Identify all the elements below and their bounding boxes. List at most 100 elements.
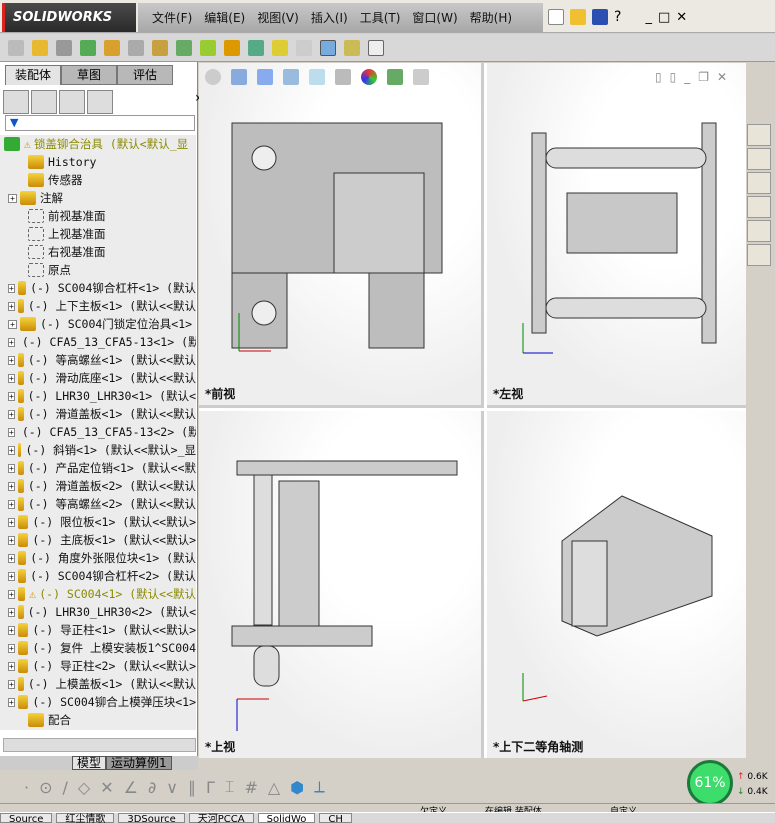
tree-item[interactable]: 上视基准面 <box>0 225 196 243</box>
viewport-front[interactable]: *前视 <box>199 63 484 408</box>
expand-icon[interactable]: + <box>8 373 15 383</box>
extend-icon[interactable]: ∠ <box>124 778 138 797</box>
new-motion-study-icon[interactable] <box>224 39 240 56</box>
view-settings-icon[interactable] <box>413 69 429 85</box>
expand-icon[interactable]: + <box>8 643 15 653</box>
expand-icon[interactable]: + <box>8 571 15 581</box>
tree-item[interactable]: + (-) 斜销<1> (默认<<默认>_显 <box>0 441 196 459</box>
move-component-icon[interactable] <box>128 39 144 56</box>
tab-motion-study[interactable]: 运动算例1 <box>106 756 172 770</box>
custom-properties-icon[interactable] <box>747 244 771 266</box>
apply-scene-icon[interactable] <box>387 69 403 85</box>
open-file-icon[interactable] <box>570 9 586 25</box>
tree-item[interactable]: + (-) LHR30_LHR30<2> (默认< <box>0 603 196 621</box>
angle-icon[interactable]: △ <box>268 778 280 797</box>
expand-icon[interactable]: + <box>8 607 15 617</box>
coordinate-system-icon[interactable]: ⟂ <box>314 777 325 797</box>
expand-icon[interactable]: + <box>8 589 15 599</box>
edit-appearance-icon[interactable] <box>361 69 377 85</box>
display-style-icon[interactable] <box>309 69 325 85</box>
tree-item[interactable]: 前视基准面 <box>0 207 196 225</box>
tree-item[interactable]: + (-) CFA5_13_CFA5-13<1> (默 <box>0 333 196 351</box>
close-button[interactable]: ✕ <box>676 10 687 25</box>
tab-model[interactable]: 模型 <box>72 756 107 770</box>
offset-icon[interactable]: ∨ <box>166 778 178 797</box>
expand-icon[interactable]: + <box>8 337 15 347</box>
reference-geometry-icon[interactable] <box>200 39 216 56</box>
close-doc-icon[interactable]: ✕ <box>717 70 727 84</box>
menu-edit[interactable]: 编辑(E) <box>204 9 245 26</box>
smart-fasteners-icon[interactable] <box>104 39 120 56</box>
tree-item[interactable]: + (-) 等高螺丝<2> (默认<<默认 <box>0 495 196 513</box>
link-views-icon[interactable]: ▯ <box>670 70 677 84</box>
line-icon[interactable]: / <box>63 778 68 797</box>
grid-icon[interactable]: # <box>244 778 257 797</box>
tree-item[interactable]: + (-) 导正柱<1> (默认<<默认> <box>0 621 196 639</box>
hide-show-icon[interactable] <box>335 69 351 85</box>
tree-item[interactable]: + ⚠ (-) SC004<1> (默认<<默认 <box>0 585 196 603</box>
expand-icon[interactable]: + <box>8 427 15 437</box>
viewport-left[interactable]: *左视 <box>487 63 746 408</box>
mirror-icon[interactable]: ∂ <box>148 778 156 797</box>
expand-icon[interactable]: + <box>8 409 15 419</box>
linear-pattern-icon[interactable] <box>80 39 96 56</box>
home-icon[interactable] <box>747 124 771 146</box>
tree-item[interactable]: 右视基准面 <box>0 243 196 261</box>
menu-insert[interactable]: 插入(I) <box>311 9 348 26</box>
taskbar-item-active[interactable]: SolidWo <box>257 813 316 823</box>
feature-manager-icon[interactable] <box>3 90 29 114</box>
view-orientation-icon[interactable] <box>283 69 299 85</box>
expand-icon[interactable]: + <box>8 445 15 455</box>
expand-icon[interactable]: + <box>8 679 15 689</box>
tree-item[interactable]: + (-) 上下主板<1> (默认<<默认 <box>0 297 196 315</box>
expand-icon[interactable]: + <box>8 463 15 473</box>
expand-icon[interactable]: + <box>8 283 15 293</box>
polygon-icon[interactable]: ◇ <box>78 778 90 797</box>
view-palette-icon[interactable] <box>747 196 771 218</box>
insert-component-icon[interactable] <box>32 39 48 56</box>
tree-item[interactable]: + (-) SC004铆合上模弹压块<1> <box>0 693 196 711</box>
tree-item[interactable]: + (-) 滑动底座<1> (默认<<默认 <box>0 369 196 387</box>
menu-file[interactable]: 文件(F) <box>152 9 192 26</box>
explode-line-icon[interactable] <box>296 39 312 56</box>
expand-icon[interactable]: + <box>8 553 15 563</box>
tree-item[interactable]: + (-) 限位板<1> (默认<<默认> <box>0 513 196 531</box>
edit-component-icon[interactable] <box>8 39 24 56</box>
maximize-button[interactable]: □ <box>658 10 670 25</box>
menu-window[interactable]: 窗口(W) <box>412 9 457 26</box>
taskbar-item[interactable]: 红尘情歌 <box>56 813 115 823</box>
show-hidden-icon[interactable] <box>152 39 168 56</box>
expand-icon[interactable]: + <box>8 319 17 329</box>
exploded-view-icon[interactable] <box>272 39 288 56</box>
tree-item[interactable]: History <box>0 153 196 171</box>
section-view-icon[interactable] <box>257 69 273 85</box>
appearances-icon[interactable] <box>747 220 771 242</box>
tree-item[interactable]: + (-) SC004门锁定位治具<1> <box>0 315 196 333</box>
tree-item[interactable]: 原点 <box>0 261 196 279</box>
mate-icon[interactable] <box>56 39 72 56</box>
circle-icon[interactable]: ⊙ <box>39 778 52 797</box>
expand-icon[interactable]: + <box>8 355 15 365</box>
bill-of-materials-icon[interactable] <box>248 39 264 56</box>
tree-item[interactable]: + 注解 <box>0 189 196 207</box>
tree-item[interactable]: + (-) 滑道盖板<1> (默认<<默认 <box>0 405 196 423</box>
expand-icon[interactable]: + <box>8 535 15 545</box>
display-manager-icon[interactable] <box>87 90 113 114</box>
assembly-features-icon[interactable] <box>176 39 192 56</box>
tree-item[interactable]: + (-) SC004铆合杠杆<1> (默认 <box>0 279 196 297</box>
menu-help[interactable]: 帮助(H) <box>470 9 512 26</box>
instant3d-icon[interactable] <box>320 39 336 56</box>
restore-view-icon[interactable]: ▯ <box>655 70 662 84</box>
tree-root[interactable]: ⚠ 锁盖铆合治具 (默认<默认_显 <box>0 135 196 153</box>
expand-icon[interactable]: + <box>8 697 15 707</box>
zoom-to-area-icon[interactable] <box>205 69 221 85</box>
restore-doc-icon[interactable]: ❐ <box>698 70 709 84</box>
tree-item[interactable]: + (-) CFA5_13_CFA5-13<2> (默 <box>0 423 196 441</box>
help-icon[interactable]: ? <box>614 9 621 25</box>
tree-item[interactable]: + (-) 上模盖板<1> (默认<<默认 <box>0 675 196 693</box>
minimize-button[interactable]: _ <box>645 10 652 25</box>
snapshot-icon[interactable] <box>368 39 384 56</box>
configuration-manager-icon[interactable] <box>59 90 85 114</box>
dimension-icon[interactable]: ⌶ <box>225 777 235 797</box>
tree-item[interactable]: + (-) 导正柱<2> (默认<<默认> <box>0 657 196 675</box>
